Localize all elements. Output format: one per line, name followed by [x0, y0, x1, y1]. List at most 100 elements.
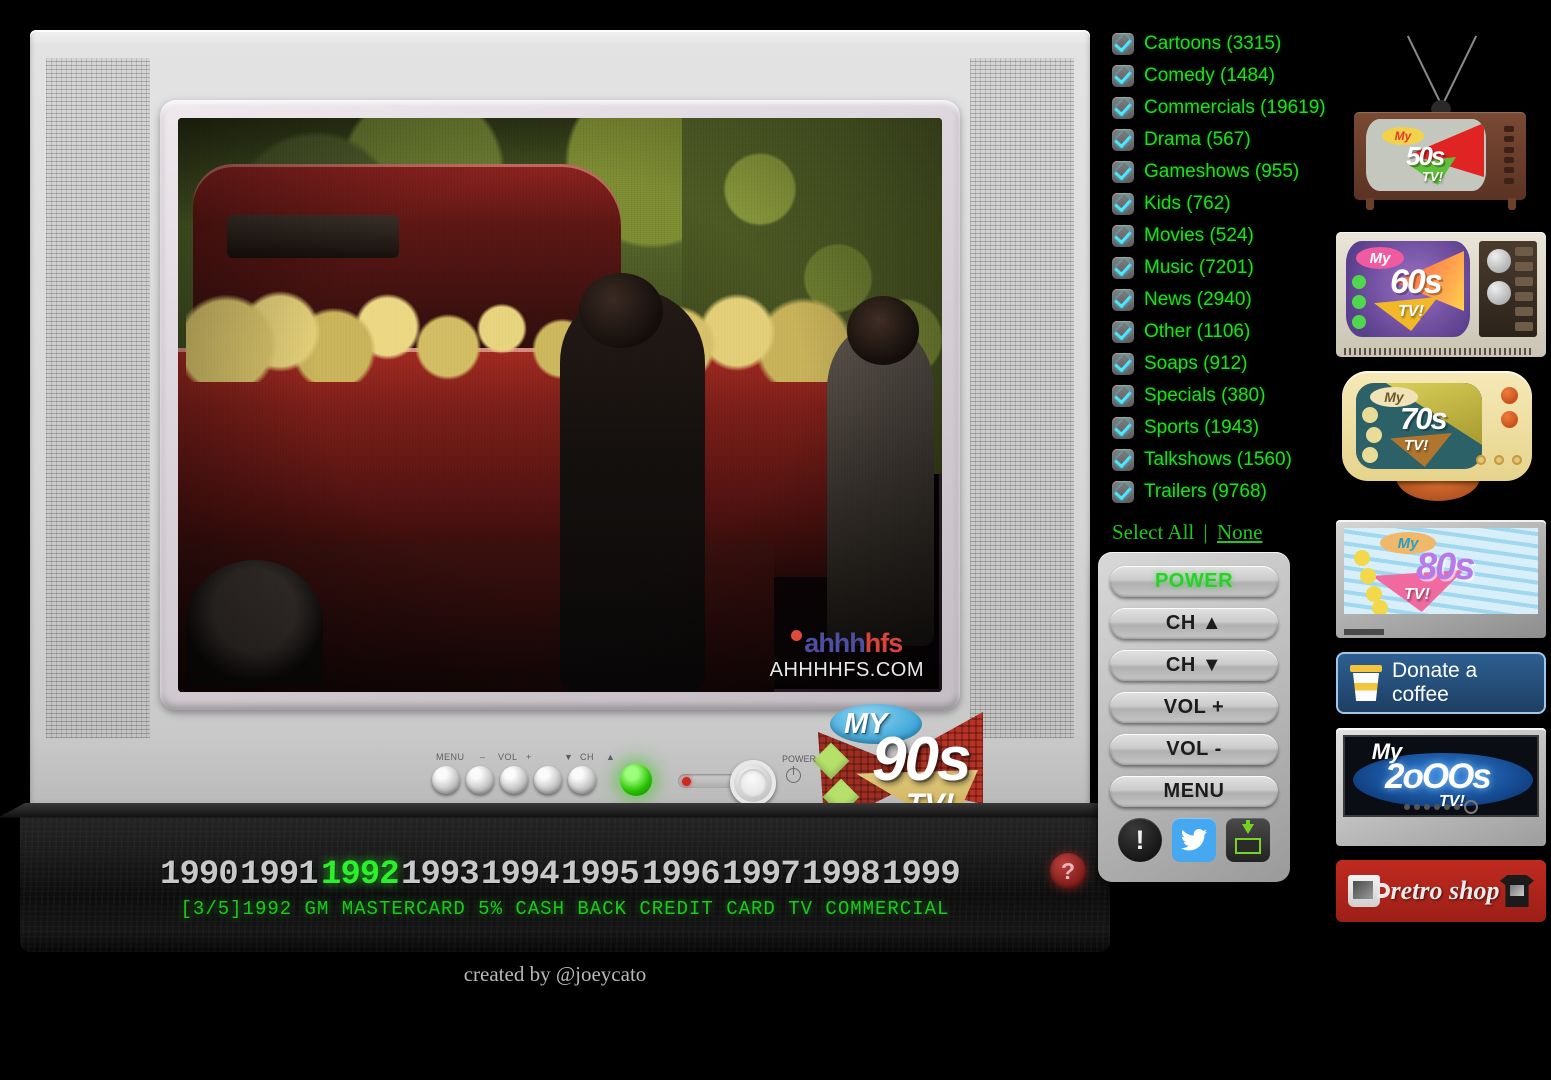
- category-row-talkshows[interactable]: Talkshows (1560): [1112, 444, 1342, 476]
- sidebar-item-my-70s-tv[interactable]: My 70s TV!: [1336, 371, 1546, 506]
- checkbox-comedy[interactable]: [1112, 65, 1134, 87]
- tv-ch-down-knob[interactable]: [534, 766, 562, 794]
- checkbox-specials[interactable]: [1112, 385, 1134, 407]
- twitter-icon[interactable]: [1172, 818, 1216, 862]
- sidebar-2000s-decade: 2oOOs: [1385, 757, 1492, 796]
- category-row-news[interactable]: News (2940): [1112, 284, 1342, 316]
- category-row-trailers[interactable]: Trailers (9768): [1112, 476, 1342, 508]
- logo-decade-text: 90s: [872, 725, 971, 794]
- remote-volume-up-button[interactable]: VOL +: [1110, 692, 1278, 723]
- year-1994[interactable]: 1994: [481, 856, 559, 894]
- sidebar-80s-decade: 80s: [1416, 546, 1475, 588]
- category-row-gameshows[interactable]: Gameshows (955): [1112, 156, 1342, 188]
- tv-slider-handle[interactable]: [682, 777, 691, 786]
- tv-menu-knob[interactable]: [432, 766, 460, 794]
- help-button[interactable]: ?: [1050, 853, 1086, 889]
- select-all-link[interactable]: Select All: [1112, 520, 1194, 544]
- checkbox-sports[interactable]: [1112, 417, 1134, 439]
- checkbox-kids[interactable]: [1112, 193, 1134, 215]
- category-label-music: Music (7201): [1144, 257, 1254, 278]
- checkbox-news[interactable]: [1112, 289, 1134, 311]
- remote-channel-up-button[interactable]: CH ▲: [1110, 608, 1278, 639]
- power-led-indicator: [620, 764, 652, 796]
- year-1992[interactable]: 1992: [320, 856, 398, 894]
- tv-vol-plus-label: +: [526, 752, 532, 762]
- sidebar-item-my-2000s-tv[interactable]: My 2oOOs TV!: [1336, 728, 1546, 846]
- category-row-cartoons[interactable]: Cartoons (3315): [1112, 28, 1342, 60]
- category-label-movies: Movies (524): [1144, 225, 1254, 246]
- tv-vol-minus-label: –: [480, 752, 486, 762]
- category-row-sports[interactable]: Sports (1943): [1112, 412, 1342, 444]
- year-1998[interactable]: 1998: [802, 856, 880, 894]
- sidebar-50s-tv: TV!: [1422, 169, 1443, 184]
- power-symbol-icon: [786, 766, 801, 783]
- video-player[interactable]: ahhhhfs AHHHHFS.COM: [178, 118, 942, 692]
- sidebar-item-my-80s-tv[interactable]: My 80s TV!: [1336, 520, 1546, 638]
- sidebar-item-my-60s-tv[interactable]: My 60s TV!: [1336, 232, 1546, 357]
- category-row-movies[interactable]: Movies (524): [1112, 220, 1342, 252]
- watermark-url: AHHHHFS.COM: [769, 659, 924, 681]
- watermark-logo-a: ahhh: [804, 628, 865, 658]
- select-all-none-row: Select All | None: [1112, 520, 1342, 545]
- tv-ch-label: CH: [580, 752, 594, 762]
- remote-control: POWER CH ▲ CH ▼ VOL + VOL - MENU: [1098, 552, 1290, 882]
- checkbox-drama[interactable]: [1112, 129, 1134, 151]
- category-row-commercials[interactable]: Commercials (19619): [1112, 92, 1342, 124]
- antenna-right-icon: [1441, 35, 1478, 107]
- select-separator: |: [1203, 520, 1208, 544]
- checkbox-talkshows[interactable]: [1112, 449, 1134, 471]
- watermark-logo-b: hfs: [864, 628, 903, 658]
- archive-download-icon[interactable]: [1226, 818, 1270, 862]
- remote-volume-down-button[interactable]: VOL -: [1110, 734, 1278, 765]
- category-row-other[interactable]: Other (1106): [1112, 316, 1342, 348]
- checkbox-movies[interactable]: [1112, 225, 1134, 247]
- alert-icon[interactable]: [1118, 818, 1162, 862]
- app-root: ahhhhfs AHHHHFS.COM MY 90s TV! MENU – VO…: [0, 0, 1551, 1080]
- select-none-link[interactable]: None: [1217, 520, 1263, 544]
- checkbox-commercials[interactable]: [1112, 97, 1134, 119]
- remote-power-button[interactable]: POWER: [1110, 566, 1278, 597]
- remote-menu-button[interactable]: MENU: [1110, 776, 1278, 807]
- social-button-row: [1110, 818, 1278, 862]
- category-label-specials: Specials (380): [1144, 385, 1266, 406]
- category-row-music[interactable]: Music (7201): [1112, 252, 1342, 284]
- remote-channel-down-button[interactable]: CH ▼: [1110, 650, 1278, 681]
- category-label-drama: Drama (567): [1144, 129, 1251, 150]
- category-label-sports: Sports (1943): [1144, 417, 1260, 438]
- sidebar-50s-decade: 50s: [1406, 141, 1445, 171]
- category-row-specials[interactable]: Specials (380): [1112, 380, 1342, 412]
- checkbox-soaps[interactable]: [1112, 353, 1134, 375]
- category-row-kids[interactable]: Kids (762): [1112, 188, 1342, 220]
- category-filter-list: Cartoons (3315) Comedy (1484) Commercial…: [1112, 28, 1342, 545]
- year-1996[interactable]: 1996: [641, 856, 719, 894]
- year-1993[interactable]: 1993: [400, 856, 478, 894]
- tshirt-icon: [1499, 875, 1534, 907]
- category-row-comedy[interactable]: Comedy (1484): [1112, 60, 1342, 92]
- decade-sidebar: My 50s TV! My 60s TV! My 70s TV! My 80s …: [1336, 28, 1546, 936]
- year-1995[interactable]: 1995: [561, 856, 639, 894]
- checkbox-other[interactable]: [1112, 321, 1134, 343]
- category-label-commercials: Commercials (19619): [1144, 97, 1326, 118]
- coffee-cup-icon: [1350, 665, 1382, 701]
- credit-text: created by @joeycato: [463, 962, 647, 986]
- tv-power-knob[interactable]: [730, 760, 776, 806]
- category-label-other: Other (1106): [1144, 321, 1251, 342]
- checkbox-cartoons[interactable]: [1112, 33, 1134, 55]
- checkbox-music[interactable]: [1112, 257, 1134, 279]
- sidebar-item-my-50s-tv[interactable]: My 50s TV!: [1336, 28, 1546, 218]
- retro-shop-button[interactable]: retro shop: [1336, 860, 1546, 922]
- tv-vol-down-knob[interactable]: [466, 766, 494, 794]
- tv-vol-up-knob[interactable]: [500, 766, 528, 794]
- category-row-soaps[interactable]: Soaps (912): [1112, 348, 1342, 380]
- tv-ch-up-knob[interactable]: [568, 766, 596, 794]
- year-1990[interactable]: 1990: [160, 856, 238, 894]
- year-1997[interactable]: 1997: [721, 856, 799, 894]
- tv-ch-up-label: ▲: [606, 752, 616, 762]
- checkbox-gameshows[interactable]: [1112, 161, 1134, 183]
- year-1991[interactable]: 1991: [240, 856, 318, 894]
- donate-coffee-button[interactable]: Donate a coffee: [1336, 652, 1546, 714]
- checkbox-trailers[interactable]: [1112, 481, 1134, 503]
- year-1999[interactable]: 1999: [882, 856, 960, 894]
- category-row-drama[interactable]: Drama (567): [1112, 124, 1342, 156]
- video-frame: [178, 118, 942, 692]
